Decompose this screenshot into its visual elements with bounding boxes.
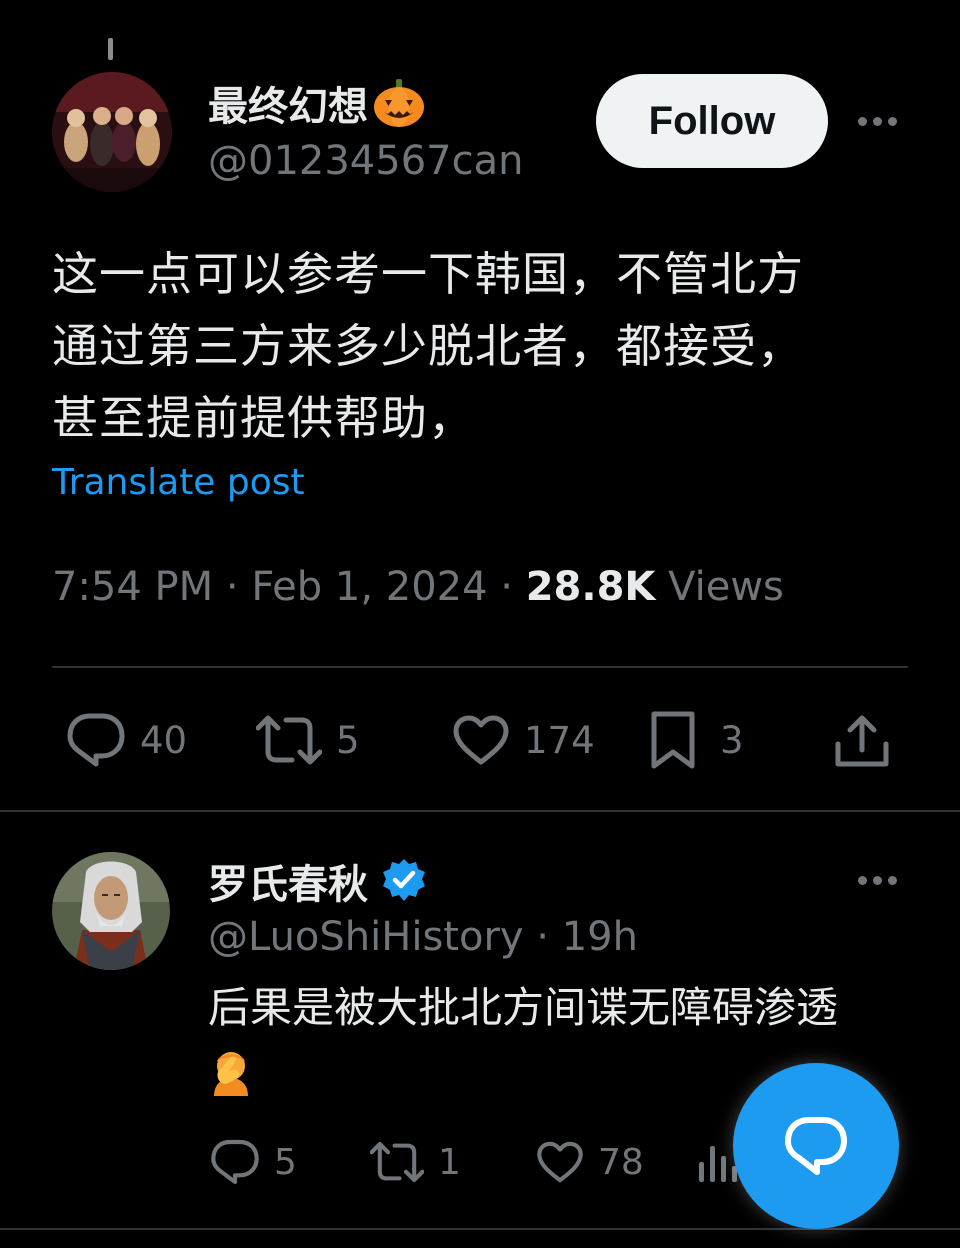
repost-icon (256, 715, 322, 765)
bookmark-icon (651, 711, 695, 769)
share-icon (835, 715, 889, 767)
reply-icon (211, 1139, 259, 1185)
reply-author-name-text: 罗氏春秋 (208, 862, 368, 908)
reply-more-options-icon[interactable] (858, 876, 897, 885)
reply-button[interactable]: 40 (66, 712, 187, 768)
verified-badge-icon (383, 859, 425, 901)
reply-repost-button[interactable]: 1 (370, 1140, 461, 1184)
repost-button[interactable]: 5 (256, 714, 360, 766)
separator: · (500, 564, 513, 610)
compose-reply-icon (785, 1117, 847, 1175)
post-date[interactable]: Feb 1, 2024 (251, 564, 487, 610)
heart-icon (453, 715, 509, 765)
follow-button[interactable]: Follow (596, 74, 828, 168)
share-button[interactable] (834, 712, 890, 768)
separator: · (536, 914, 550, 960)
reply-reply-button[interactable]: 5 (210, 1138, 297, 1186)
author-display-name[interactable]: 最终幻想 (208, 74, 426, 132)
reply-like-button[interactable]: 78 (536, 1140, 644, 1184)
repost-icon (370, 1141, 424, 1183)
more-options-icon[interactable] (858, 117, 897, 126)
like-count: 174 (524, 718, 595, 762)
views-count: 28.8K (525, 564, 656, 610)
reply-like-count: 78 (598, 1141, 644, 1183)
post-time[interactable]: 7:54 PM (52, 564, 213, 610)
post-text: 这一点可以参考一下韩国，不管北方 通过第三方来多少脱北者，都接受， 甚至提前提供… (52, 238, 912, 454)
reply-author-handle[interactable]: @LuoShiHistory (208, 914, 524, 960)
reply-icon (67, 713, 125, 767)
reply-author-handle-line: @LuoShiHistory · 19h (208, 914, 638, 960)
facepalm-emoji (214, 1052, 248, 1096)
divider (52, 666, 908, 668)
author-name-text: 最终幻想 (208, 84, 368, 130)
post-text-line: 这一点可以参考一下韩国，不管北方 (52, 247, 804, 301)
like-button[interactable]: 174 (452, 714, 595, 766)
reply-reply-count: 5 (274, 1141, 297, 1183)
post-metadata: 7:54 PM · Feb 1, 2024 · 28.8K Views (52, 564, 784, 610)
reply-count: 40 (140, 718, 188, 762)
divider (0, 810, 960, 812)
reply-time[interactable]: 19h (562, 914, 638, 960)
translate-post-link[interactable]: Translate post (52, 462, 305, 503)
reply-text-line: 后果是被大批北方间谍无障碍渗透 (208, 983, 839, 1032)
author-avatar[interactable] (52, 72, 172, 192)
post-text-line: 甚至提前提供帮助， (52, 391, 475, 445)
reply-author-display-name[interactable]: 罗氏春秋 (208, 852, 428, 910)
bookmark-button[interactable]: 3 (650, 710, 744, 770)
reply-repost-count: 1 (438, 1141, 461, 1183)
repost-count: 5 (336, 718, 360, 762)
post-text-line: 通过第三方来多少脱北者，都接受， (52, 319, 804, 373)
pumpkin-emoji (374, 79, 424, 127)
status-indicator (108, 38, 113, 60)
reply-author-avatar[interactable] (52, 852, 170, 970)
views-label: Views (668, 564, 784, 610)
compose-reply-fab[interactable] (733, 1063, 899, 1229)
separator: · (225, 564, 239, 610)
heart-icon (537, 1141, 583, 1183)
bookmark-count: 3 (720, 718, 744, 762)
author-handle[interactable]: @01234567can (208, 138, 523, 184)
